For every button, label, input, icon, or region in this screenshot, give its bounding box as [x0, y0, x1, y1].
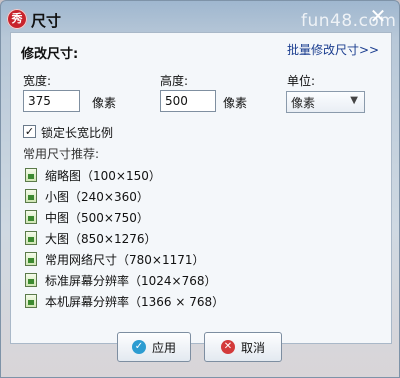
preset-label: 小图（240×360）	[45, 189, 149, 204]
presets-label: 常用尺寸推荐:	[23, 147, 100, 161]
preset-large[interactable]: 大图（850×1276）	[25, 229, 325, 247]
preset-label: 中图（500×750）	[45, 210, 149, 225]
close-icon: ✕	[220, 340, 235, 354]
height-unit: 像素	[223, 96, 248, 110]
dialog-content: 修改尺寸: 批量修改尺寸>> 宽度: 像素 高度: 像素 单位: 像素 ▼ ✓ …	[10, 32, 392, 344]
batch-resize-link[interactable]: 批量修改尺寸>>	[287, 41, 379, 58]
section-title: 修改尺寸:	[21, 47, 79, 62]
width-input[interactable]	[23, 90, 80, 112]
app-icon: 秀	[7, 9, 27, 29]
image-icon	[25, 189, 37, 203]
cancel-button[interactable]: ✕ 取消	[204, 332, 282, 362]
cancel-button-label: 取消	[240, 340, 265, 355]
apply-button-label: 应用	[151, 340, 176, 355]
width-label: 宽度:	[23, 74, 52, 88]
preset-label: 标准屏幕分辨率（1024×768）	[45, 273, 217, 288]
lock-ratio-label[interactable]: 锁定长宽比例	[41, 124, 113, 141]
image-icon	[25, 294, 37, 308]
height-input[interactable]	[160, 90, 216, 112]
preset-native-screen[interactable]: 本机屏幕分辨率（1366 × 768）	[25, 292, 325, 310]
preset-standard-screen[interactable]: 标准屏幕分辨率（1024×768）	[25, 271, 325, 289]
image-icon	[25, 273, 37, 287]
image-icon	[25, 168, 37, 182]
unit-label: 单位:	[287, 74, 316, 88]
preset-label: 大图（850×1276）	[45, 231, 157, 246]
dialog-title: 尺寸	[31, 12, 62, 30]
preset-label: 常用网络尺寸（780×1171）	[45, 252, 205, 267]
preset-small[interactable]: 小图（240×360）	[25, 187, 325, 205]
width-unit: 像素	[92, 96, 117, 110]
unit-select[interactable]: 像素 ▼	[286, 91, 365, 113]
image-icon	[25, 231, 37, 245]
image-icon	[25, 210, 37, 224]
apply-button[interactable]: ✓ 应用	[117, 332, 191, 362]
check-icon: ✓	[131, 340, 146, 354]
preset-medium[interactable]: 中图（500×750）	[25, 208, 325, 226]
image-icon	[25, 252, 37, 266]
dialog-window: 秀 尺寸 fun48.com ✕ 修改尺寸: 批量修改尺寸>> 宽度: 像素 高…	[0, 0, 400, 378]
preset-web[interactable]: 常用网络尺寸（780×1171）	[25, 250, 325, 268]
chevron-down-icon: ▼	[350, 95, 358, 106]
preset-thumbnail[interactable]: 缩略图（100×150）	[25, 166, 325, 184]
unit-select-value: 像素	[291, 96, 316, 110]
close-icon[interactable]: ✕	[367, 5, 389, 27]
height-label: 高度:	[160, 74, 189, 88]
preset-label: 本机屏幕分辨率（1366 × 768）	[45, 294, 225, 309]
lock-ratio-checkbox[interactable]: ✓	[23, 125, 36, 138]
preset-label: 缩略图（100×150）	[45, 168, 161, 183]
